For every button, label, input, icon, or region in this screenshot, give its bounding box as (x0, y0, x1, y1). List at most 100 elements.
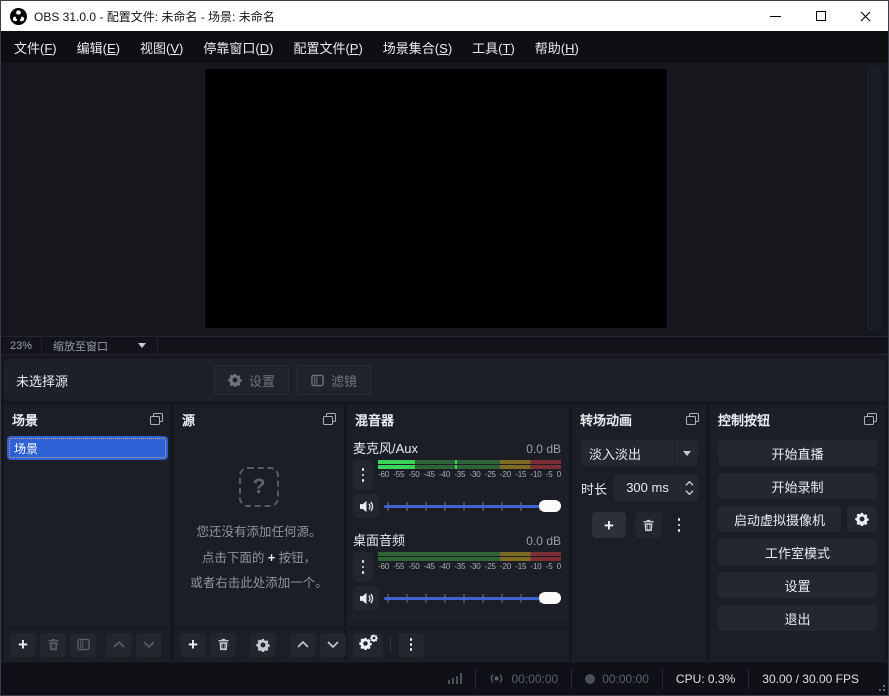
remove-source-button[interactable] (210, 633, 236, 657)
mute-button[interactable] (353, 494, 379, 518)
popout-icon[interactable] (686, 413, 699, 425)
sources-panel-header[interactable]: 源 (174, 405, 344, 433)
scene-up-button[interactable] (106, 633, 132, 657)
spin-up-button[interactable] (685, 481, 694, 486)
scene-name: 场景 (14, 440, 38, 457)
trash-icon (642, 519, 655, 532)
sources-panel-title: 源 (182, 410, 195, 429)
duration-value[interactable]: 300 ms (614, 475, 681, 501)
add-transition-button[interactable]: + (592, 512, 626, 538)
connection-status (435, 669, 476, 689)
scene-down-button[interactable] (136, 633, 162, 657)
resize-grip[interactable] (875, 681, 885, 691)
virtual-camera-config-button[interactable] (847, 506, 877, 532)
transitions-body: 淡入淡出 时长 300 ms + (572, 433, 707, 661)
menu-edit-pre: 编辑( (77, 41, 107, 56)
scenes-list[interactable]: 场景 (4, 433, 171, 627)
menu-help-post: ) (575, 41, 579, 56)
source-down-button[interactable] (320, 633, 346, 657)
start-streaming-button[interactable]: 开始直播 (718, 440, 877, 466)
meter-tick-label: -55 (393, 562, 404, 571)
question-mark-icon: ? (239, 467, 279, 507)
sources-empty-line2-post: 按钮， (275, 551, 316, 565)
menu-help[interactable]: 帮助(H) (525, 30, 589, 65)
cpu-text: CPU: 0.3% (676, 672, 735, 686)
remove-scene-button[interactable] (40, 633, 66, 657)
mixer-meter-row: -60-55-50-45-40-35-30-25-20-15-10-50 (353, 460, 561, 490)
menu-view[interactable]: 视图(V) (130, 30, 193, 65)
add-source-button[interactable]: + (180, 633, 206, 657)
transition-menu-button[interactable] (671, 518, 687, 531)
scenes-panel: 场景 场景 + (4, 405, 171, 661)
scene-list-item-selected[interactable]: 场景 (7, 436, 168, 460)
meter-bar-right (378, 465, 561, 469)
slider-handle[interactable] (539, 592, 561, 604)
mixer-channel-menu-button[interactable] (353, 460, 373, 490)
source-filters-button[interactable]: 滤镜 (297, 365, 371, 395)
speaker-icon (359, 500, 374, 513)
scene-filters-button[interactable] (70, 633, 96, 657)
popout-icon[interactable] (864, 413, 877, 425)
mixer-menu-button[interactable] (398, 633, 424, 657)
status-bar: 00:00:00 00:00:00 CPU: 0.3% 30.00 / 30.0… (1, 661, 888, 695)
remove-transition-button[interactable] (635, 512, 662, 538)
scale-mode-dropdown[interactable]: 缩放至窗口 (41, 337, 158, 354)
mixer-panel-header[interactable]: 混音器 (347, 405, 569, 433)
source-up-button[interactable] (290, 633, 316, 657)
menu-file-post: ) (52, 41, 56, 56)
obs-logo-icon (10, 8, 27, 25)
transition-select[interactable]: 淡入淡出 (581, 440, 698, 466)
mixer-volume-row (353, 494, 561, 518)
controls-panel-header[interactable]: 控制按钮 (710, 405, 885, 433)
preview-horizontal-scrollbar[interactable] (158, 337, 888, 354)
transitions-panel-header[interactable]: 转场动画 (572, 405, 707, 433)
menu-tools[interactable]: 工具(T) (462, 30, 525, 65)
volume-slider[interactable] (384, 591, 561, 605)
duration-spinbox[interactable]: 300 ms (614, 475, 698, 501)
spin-down-button[interactable] (685, 490, 694, 495)
preview-canvas[interactable] (205, 69, 667, 328)
menu-docks[interactable]: 停靠窗口(D) (193, 30, 283, 65)
add-scene-button[interactable]: + (10, 633, 36, 657)
source-properties-button[interactable]: 设置 (214, 365, 289, 395)
maximize-button[interactable] (798, 1, 843, 31)
settings-button[interactable]: 设置 (718, 572, 877, 598)
chevron-down-icon (143, 641, 155, 648)
trash-icon (217, 638, 230, 651)
meter-tick-label: -35 (454, 470, 465, 479)
minimize-icon (770, 16, 781, 17)
slider-track (384, 597, 561, 600)
studio-mode-button[interactable]: 工作室模式 (718, 539, 877, 565)
scenes-panel-header[interactable]: 场景 (4, 405, 171, 433)
controls-panel: 控制按钮 开始直播 开始录制 启动虚拟摄像机 工作室模式 设置 退出 (710, 405, 885, 661)
volume-slider[interactable] (384, 499, 561, 513)
exit-button[interactable]: 退出 (718, 605, 877, 631)
minimize-button[interactable] (753, 1, 798, 31)
menu-scene-collection[interactable]: 场景集合(S) (373, 30, 462, 65)
source-properties-toolbar-button[interactable] (250, 633, 276, 657)
close-button[interactable] (843, 1, 888, 31)
mixer-volume-row (353, 586, 561, 610)
menu-profile[interactable]: 配置文件(P) (283, 30, 372, 65)
mixer-channel-menu-button[interactable] (353, 552, 373, 582)
scenes-panel-title: 场景 (12, 410, 38, 429)
menu-view-post: ) (179, 41, 183, 56)
slider-handle[interactable] (539, 500, 561, 512)
chevron-up-icon (297, 641, 309, 648)
advanced-audio-button[interactable] (353, 633, 383, 657)
preview-vertical-scrollbar[interactable] (867, 65, 881, 331)
start-recording-button[interactable]: 开始录制 (718, 473, 877, 499)
preview-zoom-row: 23% 缩放至窗口 (1, 336, 888, 355)
sources-list[interactable]: ? 您还没有添加任何源。 点击下面的 + 按钮， 或者右击此处添加一个。 (174, 433, 344, 627)
mixer-panel-title: 混音器 (355, 410, 394, 429)
menu-file[interactable]: 文件(F) (4, 30, 67, 65)
titlebar[interactable]: OBS 31.0.0 - 配置文件: 未命名 - 场景: 未命名 (1, 1, 888, 31)
sources-panel: 源 ? 您还没有添加任何源。 点击下面的 + 按钮， 或者右击此处添加一个。 + (174, 405, 344, 661)
menu-edit[interactable]: 编辑(E) (67, 30, 130, 65)
popout-icon[interactable] (323, 413, 336, 425)
mute-button[interactable] (353, 586, 379, 610)
meter-tick-label: -15 (515, 562, 526, 571)
mixer-channel-name: 桌面音频 (353, 530, 405, 549)
start-virtual-camera-button[interactable]: 启动虚拟摄像机 (718, 506, 841, 532)
popout-icon[interactable] (150, 413, 163, 425)
